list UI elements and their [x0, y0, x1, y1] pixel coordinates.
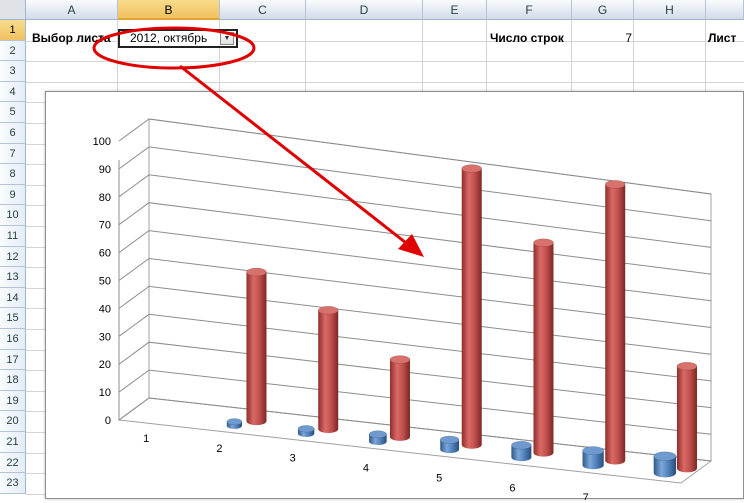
annotation-arrowhead — [398, 234, 424, 257]
annotation-overlay — [92, 26, 424, 257]
highlight-ellipse — [92, 26, 256, 70]
annotation-arrow — [179, 64, 411, 248]
spreadsheet: ABCDEFGH 1 2 3 4 5 6 7 8 9 10 11 12 13 14 15 16 17 18 19 20… — [0, 0, 744, 503]
